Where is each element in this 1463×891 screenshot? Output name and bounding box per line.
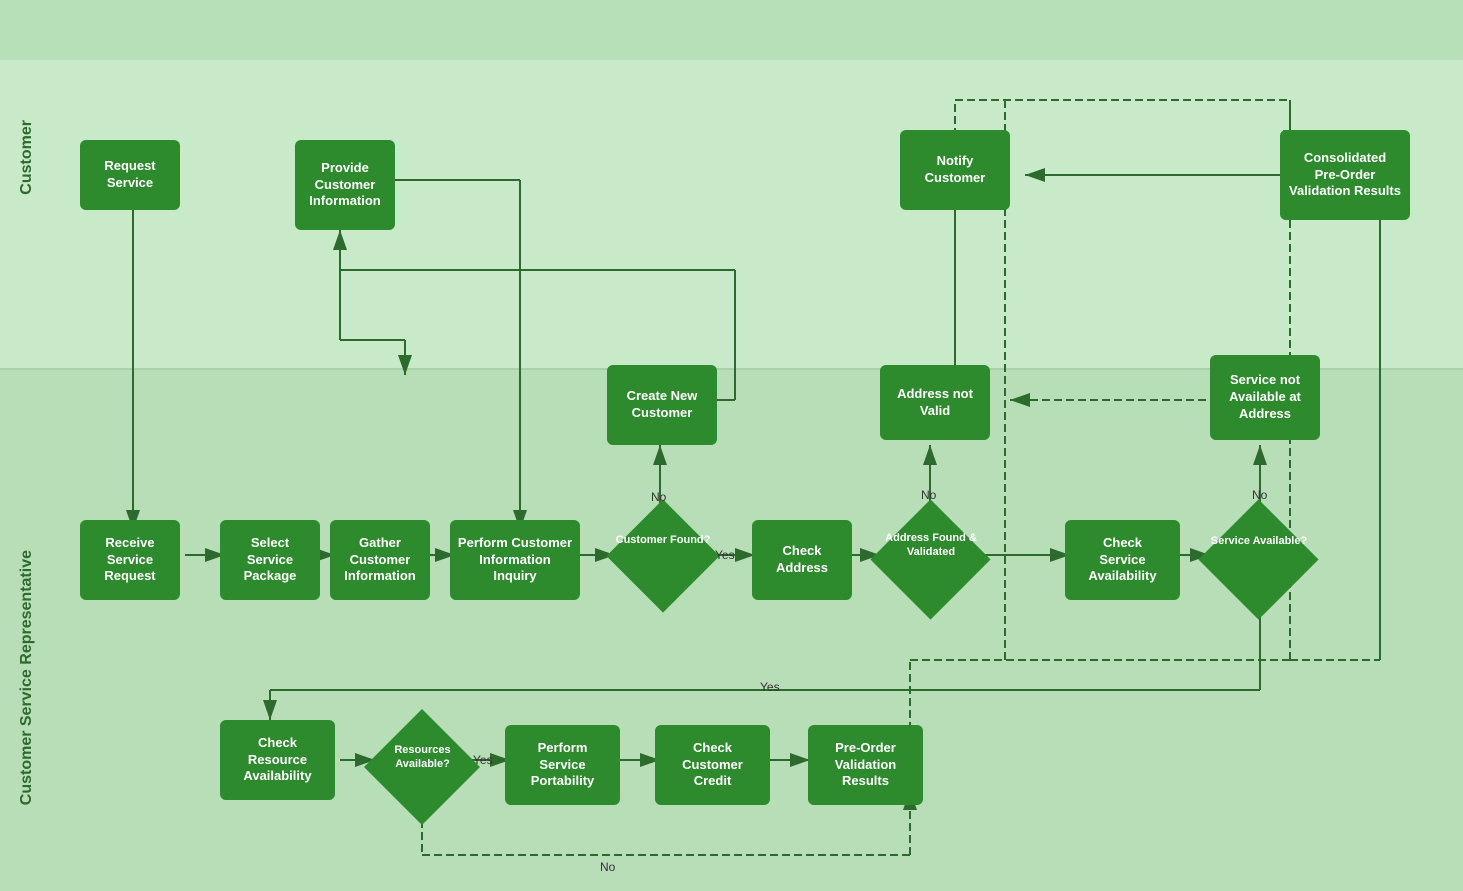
address-found-container: Address Found & Validated <box>877 506 985 614</box>
lane-csr <box>0 370 1463 891</box>
gather-customer-info-label: Gather Customer Information <box>344 535 416 586</box>
service-available-diamond <box>1198 499 1318 619</box>
check-address-box: Check Address <box>752 520 852 600</box>
consolidated-preorder-box: Consolidated Pre-Order Validation Result… <box>1280 130 1410 220</box>
no-label-address: No <box>921 488 936 502</box>
check-resource-availability-box: Check Resource Availability <box>220 720 335 800</box>
lane-label-customer: Customer <box>18 120 36 195</box>
address-found-label: Address Found & Validated <box>877 531 985 560</box>
select-service-package-box: Select Service Package <box>220 520 320 600</box>
check-customer-credit-label: Check Customer Credit <box>682 740 743 791</box>
service-available-label: Service Available? <box>1205 534 1313 548</box>
no-label-resources: No <box>600 860 615 874</box>
check-resource-availability-label: Check Resource Availability <box>243 735 311 786</box>
notify-customer-box: Notify Customer <box>900 130 1010 210</box>
service-not-available-box: Service not Available at Address <box>1210 355 1320 440</box>
preorder-validation-results-label: Pre-Order Validation Results <box>835 740 896 791</box>
perform-service-portability-box: Perform Service Portability <box>505 725 620 805</box>
resources-available-container: Resources Available? <box>370 715 475 820</box>
provide-customer-info-box: Provide Customer Information <box>295 140 395 230</box>
receive-service-request-label: Receive Service Request <box>104 535 155 586</box>
receive-service-request-box: Receive Service Request <box>80 520 180 600</box>
yes-label-resources: Yes <box>473 753 493 767</box>
address-not-valid-box: Address not Valid <box>880 365 990 440</box>
lane-customer <box>0 60 1463 370</box>
address-not-valid-label: Address not Valid <box>897 386 973 420</box>
yes-label-customer-found: Yes <box>715 548 735 562</box>
yes-label-service: Yes <box>760 680 780 694</box>
notify-customer-label: Notify Customer <box>925 153 986 187</box>
lane-label-csr: Customer Service Representative <box>18 550 36 805</box>
create-new-customer-label: Create New Customer <box>627 388 698 422</box>
service-available-container: Service Available? <box>1205 506 1313 614</box>
perform-service-portability-label: Perform Service Portability <box>531 740 595 791</box>
gather-customer-info-box: Gather Customer Information <box>330 520 430 600</box>
create-new-customer-box: Create New Customer <box>607 365 717 445</box>
customer-found-label: Customer Found? <box>613 534 713 546</box>
check-customer-credit-box: Check Customer Credit <box>655 725 770 805</box>
select-service-package-label: Select Service Package <box>244 535 297 586</box>
service-not-available-label: Service not Available at Address <box>1229 372 1301 423</box>
customer-found-diamond <box>606 499 719 612</box>
preorder-validation-results-box: Pre-Order Validation Results <box>808 725 923 805</box>
request-service-box: Request Service <box>80 140 180 210</box>
diagram-container: Customer Customer Service Representative <box>0 0 1463 891</box>
request-service-label: Request Service <box>104 158 155 192</box>
customer-found-container: Customer Found? <box>613 506 713 606</box>
provide-customer-info-label: Provide Customer Information <box>309 160 381 211</box>
check-address-label: Check Address <box>776 543 828 577</box>
no-label-service: No <box>1252 488 1267 502</box>
perform-customer-inquiry-label: Perform Customer Information Inquiry <box>456 535 574 586</box>
check-service-availability-box: Check Service Availability <box>1065 520 1180 600</box>
resources-available-label: Resources Available? <box>370 743 475 772</box>
check-service-availability-label: Check Service Availability <box>1088 535 1156 586</box>
consolidated-preorder-label: Consolidated Pre-Order Validation Result… <box>1289 150 1401 201</box>
no-label-customer-found: No <box>651 490 666 504</box>
perform-customer-inquiry-box: Perform Customer Information Inquiry <box>450 520 580 600</box>
